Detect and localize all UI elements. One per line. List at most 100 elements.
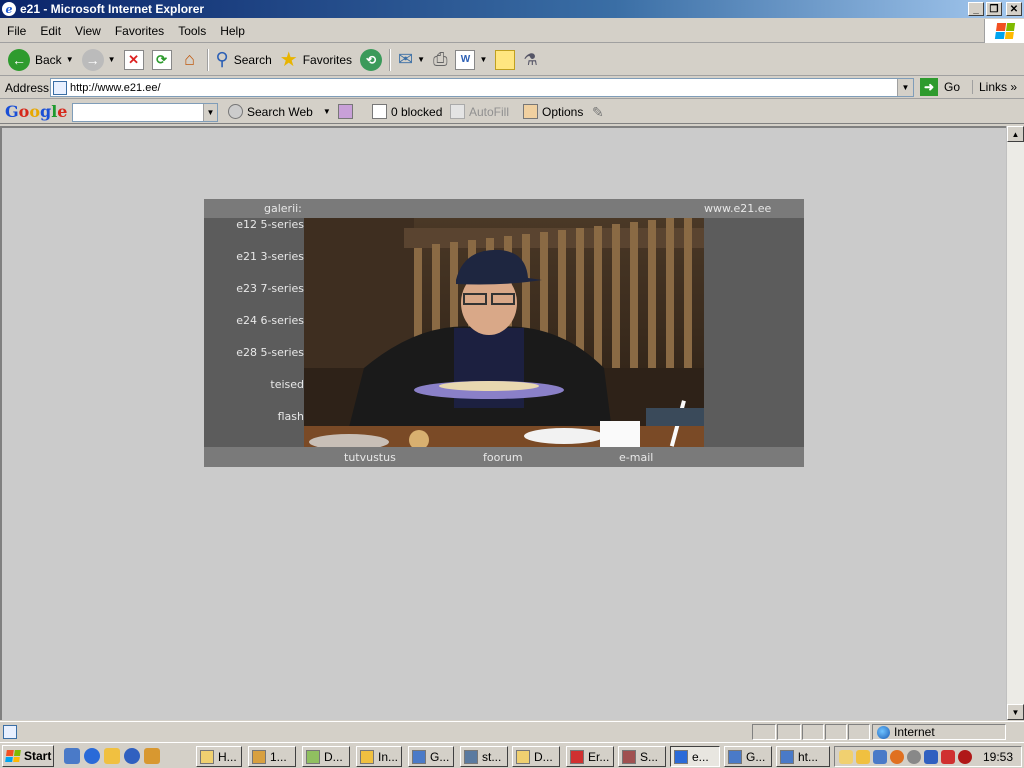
home-button[interactable]: ⌂	[176, 46, 204, 74]
app-icon	[252, 749, 266, 764]
taskbar-item[interactable]: S...	[618, 746, 666, 767]
window-controls: _ ❐ ✕	[968, 2, 1022, 16]
taskbar: Start H... 1... D... In... G... st... D.…	[0, 742, 1024, 768]
menu-file[interactable]: File	[0, 24, 33, 38]
go-label: Go	[944, 80, 961, 94]
back-label: Back	[35, 52, 62, 67]
address-url[interactable]: http://www.e21.ee/	[70, 82, 161, 94]
research-button[interactable]: ⚗	[519, 46, 541, 74]
taskbar-item[interactable]: st...	[460, 746, 508, 767]
media-player-icon[interactable]	[124, 747, 140, 764]
menu-tools[interactable]: Tools	[171, 24, 213, 38]
autofill-button[interactable]: AutoFill	[450, 104, 509, 119]
taskbar-item[interactable]: H...	[196, 746, 242, 767]
autofill-icon	[450, 104, 465, 119]
back-dropdown-icon[interactable]: ▼	[66, 55, 74, 64]
ie-icon: e	[2, 2, 16, 16]
menu-edit[interactable]: Edit	[33, 24, 68, 38]
start-button[interactable]: Start	[2, 744, 54, 767]
gallery-heading: galerii:	[264, 202, 302, 215]
tray-icon[interactable]	[924, 749, 938, 764]
taskbar-item[interactable]: D...	[302, 746, 350, 767]
menu-link-e21[interactable]: e21 3-series	[236, 250, 304, 263]
mail-button[interactable]: ✉ ▼	[394, 46, 429, 74]
footer-link-tutvustus[interactable]: tutvustus	[344, 451, 396, 464]
app-icon	[780, 749, 794, 764]
tray-icon[interactable]	[958, 749, 972, 764]
quick-launch-icon[interactable]	[104, 747, 120, 764]
menu-link-flash[interactable]: flash	[278, 410, 304, 423]
menu-favorites[interactable]: Favorites	[108, 24, 171, 38]
tray-icon[interactable]	[856, 749, 870, 764]
menu-link-e23[interactable]: e23 7-series	[236, 282, 304, 295]
menu-link-e12[interactable]: e12 5-series	[236, 218, 304, 231]
status-bar: Internet	[0, 721, 1024, 741]
options-button[interactable]: Options	[523, 104, 583, 119]
system-tray: 19:53	[834, 746, 1022, 767]
scroll-up-button[interactable]: ▲	[1007, 126, 1024, 142]
back-button[interactable]: ← Back ▼	[4, 46, 78, 74]
history-button[interactable]: ⟲	[356, 46, 386, 74]
clock[interactable]: 19:53	[983, 750, 1013, 764]
menu-view[interactable]: View	[68, 24, 108, 38]
footer-link-foorum[interactable]: foorum	[483, 451, 523, 464]
address-input[interactable]: http://www.e21.ee/ ▼	[50, 78, 914, 97]
mail-tray-icon[interactable]	[839, 749, 853, 764]
minimize-button[interactable]: _	[968, 2, 984, 16]
forward-button[interactable]: → ▼	[78, 46, 120, 74]
popup-blocker-button[interactable]: 0 blocked	[372, 104, 442, 119]
mail-dropdown-icon[interactable]: ▼	[417, 55, 425, 64]
menu-link-e24[interactable]: e24 6-series	[236, 314, 304, 327]
notes-button[interactable]	[491, 46, 519, 74]
search-web-dropdown-icon[interactable]: ▼	[323, 107, 331, 116]
close-button[interactable]: ✕	[1006, 2, 1022, 16]
menu-link-e28[interactable]: e28 5-series	[236, 346, 304, 359]
restore-button[interactable]: ❐	[986, 2, 1002, 16]
google-logo[interactable]: Google	[5, 102, 67, 121]
menu-help[interactable]: Help	[213, 24, 252, 38]
tray-icon[interactable]	[941, 749, 955, 764]
quick-launch-icon[interactable]	[144, 747, 160, 764]
app-icon	[570, 749, 584, 764]
quick-launch-icon[interactable]	[64, 747, 80, 764]
print-button[interactable]: ⎙	[429, 46, 451, 74]
forward-arrow-icon: →	[81, 48, 104, 71]
binoculars-icon	[228, 104, 243, 119]
footer-link-email[interactable]: e-mail	[619, 451, 653, 464]
folder-icon	[200, 749, 214, 764]
taskbar-item-active[interactable]: e...	[670, 746, 720, 767]
address-dropdown-icon[interactable]: ▼	[897, 79, 913, 96]
taskbar-item[interactable]: 1...	[248, 746, 296, 767]
menu-link-teised[interactable]: teised	[270, 378, 304, 391]
volume-icon[interactable]	[907, 749, 921, 764]
refresh-button[interactable]: ⟳	[148, 46, 176, 74]
taskbar-item[interactable]: G...	[408, 746, 454, 767]
network-tray-icon[interactable]	[873, 749, 887, 764]
forward-dropdown-icon[interactable]: ▼	[108, 55, 116, 64]
taskbar-item[interactable]: ht...	[776, 746, 830, 767]
taskbar-item[interactable]: D...	[512, 746, 560, 767]
taskbar-item[interactable]: G...	[724, 746, 772, 767]
vertical-scrollbar[interactable]: ▲ ▼	[1006, 126, 1024, 720]
edit-dropdown-icon[interactable]: ▼	[479, 55, 487, 64]
ie-quick-launch-icon[interactable]	[84, 747, 100, 764]
links-button[interactable]: Links »	[972, 80, 1017, 94]
edit-button[interactable]: W ▼	[451, 46, 491, 74]
favorites-label: Favorites	[302, 52, 353, 67]
taskbar-item[interactable]: In...	[356, 746, 402, 767]
favorites-button[interactable]: ★ Favorites	[276, 46, 356, 74]
google-search-input[interactable]: ▼	[72, 103, 218, 122]
search-web-button[interactable]: Search Web ▼	[228, 104, 331, 119]
highlighter-button[interactable]: ✎	[592, 104, 604, 121]
research-icon: ⚗	[523, 51, 538, 69]
google-search-dropdown-icon[interactable]: ▼	[203, 104, 217, 121]
windows-flag-icon	[994, 23, 1015, 39]
tray-icon[interactable]	[890, 749, 904, 764]
stop-button[interactable]: ✕	[120, 46, 148, 74]
search-button[interactable]: ⚲ Search	[212, 46, 276, 74]
scroll-down-button[interactable]: ▼	[1007, 704, 1024, 720]
pagerank-button[interactable]	[338, 104, 357, 119]
history-icon: ⟲	[360, 48, 383, 71]
go-button[interactable]: ➜ Go	[920, 78, 960, 96]
taskbar-item[interactable]: Er...	[566, 746, 614, 767]
